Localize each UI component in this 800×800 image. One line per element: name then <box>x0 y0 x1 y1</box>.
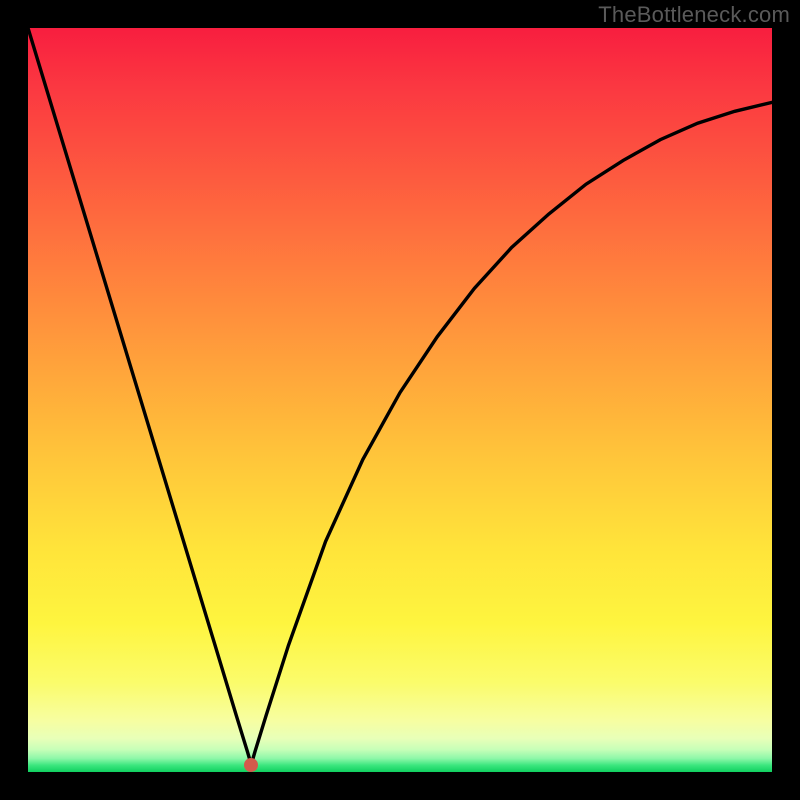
chart-frame: TheBottleneck.com <box>0 0 800 800</box>
bottleneck-curve <box>28 28 772 772</box>
minimum-point-dot <box>244 758 258 772</box>
watermark-label: TheBottleneck.com <box>598 2 790 28</box>
plot-area <box>28 28 772 772</box>
